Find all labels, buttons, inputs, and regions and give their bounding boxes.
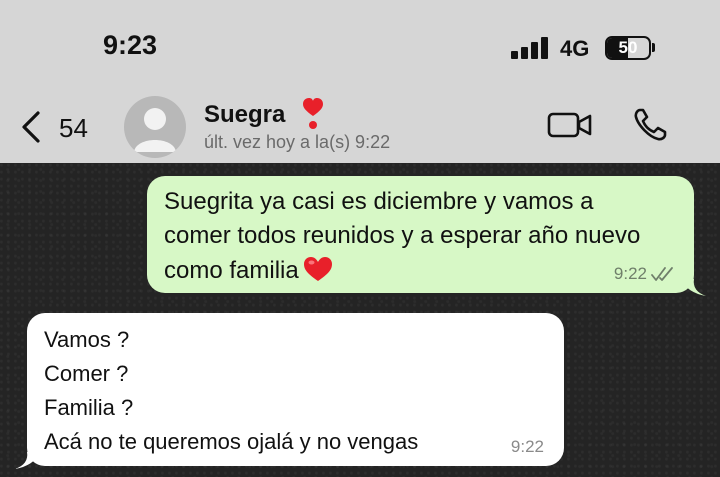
message-text-line: Acá no te queremos ojalá y no vengas: [44, 429, 419, 454]
message-text-line: comer todos reunidos y a esperar año nue…: [164, 222, 641, 249]
message-text-line: Suegrita ya casi es diciembre y vamos a: [164, 188, 594, 215]
signal-icon: [511, 37, 549, 59]
header-bar: 9:23 4G 50 54 Suegra últ. vez hoy a la(s…: [0, 0, 720, 163]
status-time: 9:23: [103, 30, 158, 60]
message-text-line-last: como familia: [164, 256, 333, 285]
read-double-check-icon: [651, 267, 673, 281]
message-timestamp: 9:22: [613, 264, 647, 283]
network-type: 4G: [560, 36, 590, 61]
chat-area[interactable]: Suegrita ya casi es diciembre y vamos a …: [0, 163, 720, 477]
person-icon: [134, 108, 176, 152]
incoming-message-bubble[interactable]: Vamos ? Comer ? Familia ? Acá no te quer…: [27, 313, 564, 466]
phone-icon[interactable]: [632, 107, 668, 143]
message-text-line: Comer ?: [44, 361, 129, 386]
battery-tip: [652, 43, 655, 52]
message-timestamp: 9:22: [510, 437, 544, 456]
last-seen-status: últ. vez hoy a la(s) 9:22: [204, 132, 391, 152]
red-heart-icon: [303, 257, 332, 281]
video-camera-icon[interactable]: [547, 110, 593, 140]
message-text: como familia: [164, 257, 299, 284]
back-unread-count[interactable]: 54: [59, 113, 88, 144]
message-text-line: Vamos ?: [44, 327, 130, 352]
battery-icon: 50: [605, 36, 651, 60]
heart-exclamation-icon: [303, 98, 323, 129]
battery-level: 50: [618, 38, 638, 57]
avatar[interactable]: [124, 96, 186, 158]
chevron-left-icon[interactable]: [18, 110, 46, 144]
outgoing-message-bubble[interactable]: Suegrita ya casi es diciembre y vamos a …: [147, 176, 694, 293]
message-text-line: Familia ?: [44, 395, 134, 420]
contact-name[interactable]: Suegra: [204, 101, 285, 129]
